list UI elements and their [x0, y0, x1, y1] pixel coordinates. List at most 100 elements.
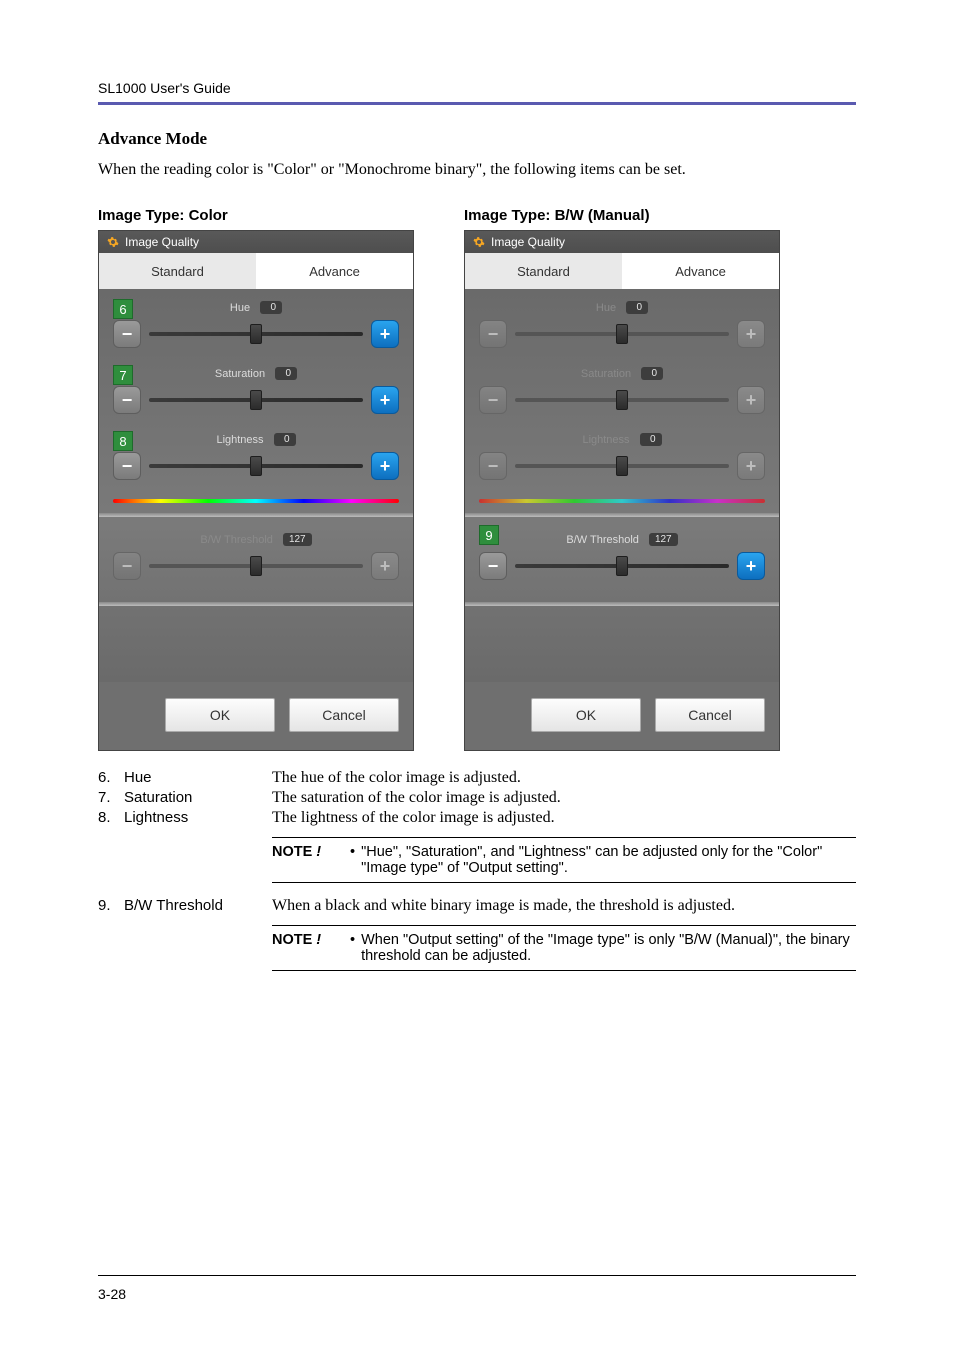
saturation-slider-block: 7 Saturation 0 − +	[113, 365, 399, 427]
panel-title: Image Quality	[491, 235, 565, 249]
cancel-button[interactable]: Cancel	[289, 698, 399, 732]
saturation-slider	[515, 398, 729, 402]
minus-icon: −	[122, 391, 133, 409]
minus-icon: −	[488, 557, 499, 575]
bw-minus-button[interactable]: −	[479, 552, 507, 580]
tab-advance[interactable]: Advance	[622, 253, 779, 289]
saturation-value: 0	[641, 367, 663, 380]
minus-icon: −	[122, 325, 133, 343]
minus-icon: −	[122, 557, 133, 575]
lightness-minus-button[interactable]: −	[113, 452, 141, 480]
lightness-value: 0	[640, 433, 662, 446]
footer-rule	[98, 1275, 856, 1276]
gear-icon	[107, 236, 119, 248]
hue-value: 0	[626, 301, 648, 314]
plus-icon: +	[380, 391, 391, 409]
bw-slider[interactable]	[515, 564, 729, 568]
section-separator	[99, 602, 413, 606]
header-rule	[98, 102, 856, 105]
note-label: NOTE !	[272, 844, 350, 876]
section-title: Advance Mode	[98, 129, 856, 149]
intro-text: When the reading color is "Color" or "Mo…	[98, 161, 856, 179]
bullet-icon: •	[350, 932, 355, 964]
ok-button[interactable]: OK	[531, 698, 641, 732]
note-box-1: NOTE ! •"Hue", "Saturation", and "Lightn…	[272, 837, 856, 883]
note-label: NOTE !	[272, 932, 350, 964]
minus-icon: −	[488, 391, 499, 409]
def-term: Lightness	[124, 809, 272, 827]
lightness-thumb[interactable]	[250, 456, 262, 476]
bw-threshold-label: B/W Threshold	[566, 534, 639, 546]
def-num: 9.	[98, 897, 124, 915]
gear-icon	[473, 236, 485, 248]
lightness-label: Lightness	[216, 434, 263, 446]
definition-lightness: 8. Lightness The lightness of the color …	[98, 809, 856, 827]
definition-saturation: 7. Saturation The saturation of the colo…	[98, 789, 856, 807]
note-text: "Hue", "Saturation", and "Lightness" can…	[361, 844, 856, 876]
lightness-slider[interactable]	[149, 464, 363, 468]
bw-plus-button: +	[371, 552, 399, 580]
lightness-thumb	[616, 456, 628, 476]
saturation-label: Saturation	[581, 368, 631, 380]
cancel-button[interactable]: Cancel	[655, 698, 765, 732]
def-desc: The hue of the color image is adjusted.	[272, 769, 856, 787]
saturation-plus-button: +	[737, 386, 765, 414]
def-desc: The lightness of the color image is adju…	[272, 809, 856, 827]
def-num: 8.	[98, 809, 124, 827]
bw-slider	[149, 564, 363, 568]
saturation-thumb[interactable]	[250, 390, 262, 410]
tab-standard[interactable]: Standard	[465, 253, 622, 289]
hue-label: Hue	[596, 302, 616, 314]
def-num: 6.	[98, 769, 124, 787]
def-desc: When a black and white binary image is m…	[272, 897, 856, 915]
def-term: Saturation	[124, 789, 272, 807]
section-separator	[465, 602, 779, 606]
bullet-icon: •	[350, 844, 355, 876]
hue-plus-button[interactable]: +	[371, 320, 399, 348]
hue-slider-block: Hue 0 − +	[479, 299, 765, 361]
hue-slider[interactable]	[149, 332, 363, 336]
callout-8: 8	[113, 431, 133, 451]
plus-icon: +	[380, 457, 391, 475]
hue-thumb[interactable]	[250, 324, 262, 344]
saturation-slider-block: Saturation 0 − +	[479, 365, 765, 427]
def-desc: The saturation of the color image is adj…	[272, 789, 856, 807]
lightness-plus-button: +	[737, 452, 765, 480]
rainbow-strip	[479, 499, 765, 503]
lightness-plus-button[interactable]: +	[371, 452, 399, 480]
definition-hue: 6. Hue The hue of the color image is adj…	[98, 769, 856, 787]
section-separator	[465, 513, 779, 517]
saturation-slider[interactable]	[149, 398, 363, 402]
page-number: 3-28	[98, 1286, 126, 1302]
lightness-slider-block: Lightness 0 − +	[479, 431, 765, 493]
bw-thumb	[250, 556, 262, 576]
bw-plus-button[interactable]: +	[737, 552, 765, 580]
panel-titlebar: Image Quality	[99, 231, 413, 253]
note-text: When "Output setting" of the "Image type…	[361, 932, 856, 964]
plus-icon: +	[380, 557, 391, 575]
bw-threshold-value: 127	[283, 533, 312, 546]
ok-button[interactable]: OK	[165, 698, 275, 732]
lightness-label: Lightness	[582, 434, 629, 446]
lightness-slider-block: 8 Lightness 0 − +	[113, 431, 399, 493]
saturation-value: 0	[275, 367, 297, 380]
def-term: B/W Threshold	[124, 897, 272, 915]
running-header: SL1000 User's Guide	[98, 80, 856, 96]
callout-7: 7	[113, 365, 133, 385]
saturation-minus-button[interactable]: −	[113, 386, 141, 414]
def-term: Hue	[124, 769, 272, 787]
tab-advance[interactable]: Advance	[256, 253, 413, 289]
bw-threshold-label: B/W Threshold	[200, 534, 273, 546]
def-num: 7.	[98, 789, 124, 807]
hue-minus-button[interactable]: −	[113, 320, 141, 348]
plus-icon: +	[746, 557, 757, 575]
saturation-plus-button[interactable]: +	[371, 386, 399, 414]
bw-thumb[interactable]	[616, 556, 628, 576]
minus-icon: −	[122, 457, 133, 475]
bw-minus-button: −	[113, 552, 141, 580]
panel-titlebar: Image Quality	[465, 231, 779, 253]
saturation-minus-button: −	[479, 386, 507, 414]
plus-icon: +	[746, 391, 757, 409]
tab-standard[interactable]: Standard	[99, 253, 256, 289]
note-box-2: NOTE ! •When "Output setting" of the "Im…	[272, 925, 856, 971]
